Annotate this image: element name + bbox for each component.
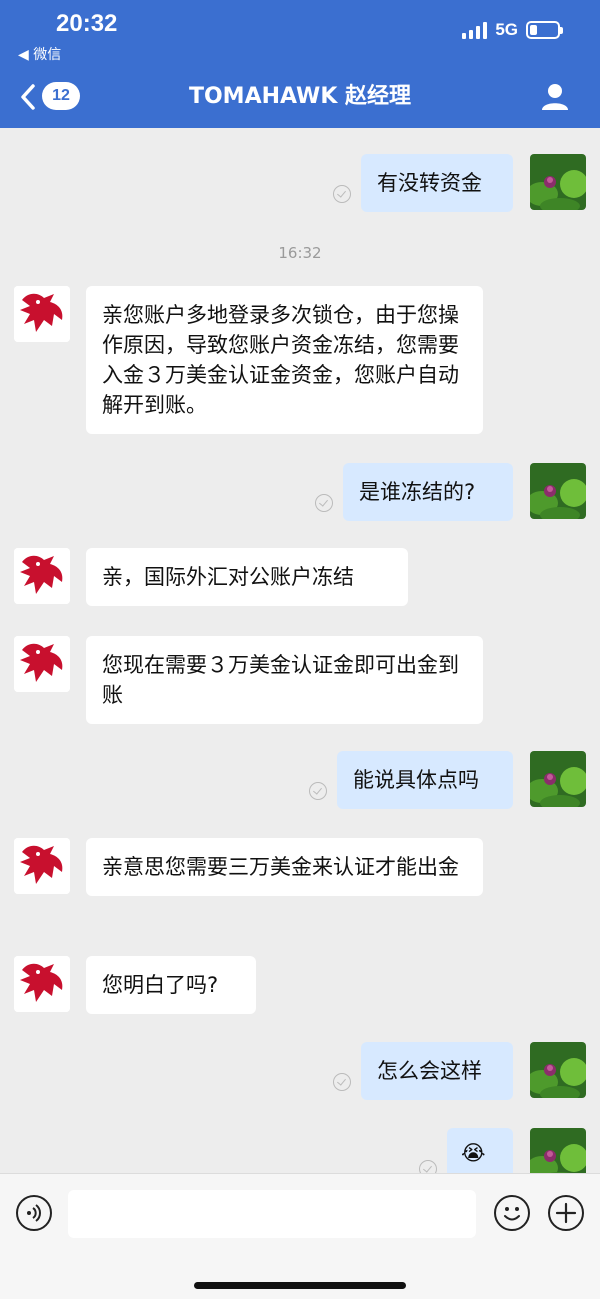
contact-avatar[interactable] xyxy=(14,636,70,692)
incoming-message[interactable]: 亲意思您需要三万美金来认证才能出金 xyxy=(86,838,483,896)
outgoing-message[interactable]: 有没转资金 xyxy=(361,154,513,212)
back-to-wechat-link[interactable]: ◀ 微信 xyxy=(18,44,61,64)
chat-title: TOMAHAWK 赵经理 xyxy=(188,84,412,109)
read-receipt-icon xyxy=(419,1160,437,1173)
battery-icon xyxy=(526,21,563,39)
crying-face-icon: 😭 xyxy=(461,1141,486,1165)
top-bar: 20:32 ◀ 微信 5G 12 TOMAHAWK 赵经理 xyxy=(0,0,600,128)
read-receipt-icon xyxy=(315,494,333,512)
voice-icon xyxy=(27,1204,41,1222)
home-indicator[interactable] xyxy=(194,1282,406,1289)
self-avatar[interactable] xyxy=(530,1042,586,1098)
self-avatar[interactable] xyxy=(530,751,586,807)
signal-icon xyxy=(462,21,488,39)
read-receipt-icon xyxy=(309,782,327,800)
outgoing-message[interactable]: 能说具体点吗 xyxy=(337,751,513,809)
smiley-icon xyxy=(504,1207,520,1221)
outgoing-message[interactable]: 怎么会这样 xyxy=(361,1042,513,1100)
more-options-button[interactable] xyxy=(548,1195,584,1231)
contact-avatar[interactable] xyxy=(14,286,70,342)
status-time: 20:32 xyxy=(56,10,118,37)
outgoing-message[interactable]: 是谁冻结的? xyxy=(343,463,513,521)
outgoing-emoji-message[interactable]: 😭 xyxy=(447,1128,513,1173)
incoming-message[interactable]: 亲您账户多地登录多次锁仓，由于您操作原因，导致您账户资金冻结，您需要入金３万美金… xyxy=(86,286,483,434)
emoji-button[interactable] xyxy=(494,1195,530,1231)
message-input[interactable] xyxy=(68,1190,476,1238)
self-avatar[interactable] xyxy=(530,154,586,210)
read-receipt-icon xyxy=(333,1073,351,1091)
contact-avatar[interactable] xyxy=(14,956,70,1012)
input-bar xyxy=(0,1173,600,1299)
self-avatar[interactable] xyxy=(530,463,586,519)
self-avatar[interactable] xyxy=(530,1128,586,1173)
incoming-message[interactable]: 亲，国际外汇对公账户冻结 xyxy=(86,548,408,606)
read-receipt-icon xyxy=(333,185,351,203)
message-list[interactable]: 有没转资金 16:32 亲您账户多地登录多次锁仓，由于您操作原因，导致您账户资金… xyxy=(0,128,600,1173)
contact-profile-icon[interactable] xyxy=(540,82,570,112)
status-indicators: 5G xyxy=(462,20,563,40)
contact-avatar[interactable] xyxy=(14,838,70,894)
contact-avatar[interactable] xyxy=(14,548,70,604)
message-timestamp: 16:32 xyxy=(278,244,322,262)
incoming-message[interactable]: 您明白了吗? xyxy=(86,956,256,1014)
network-type: 5G xyxy=(495,20,518,39)
voice-input-button[interactable] xyxy=(16,1195,52,1231)
plus-icon xyxy=(555,1202,577,1224)
incoming-message[interactable]: 您现在需要３万美金认证金即可出金到账 xyxy=(86,636,483,724)
